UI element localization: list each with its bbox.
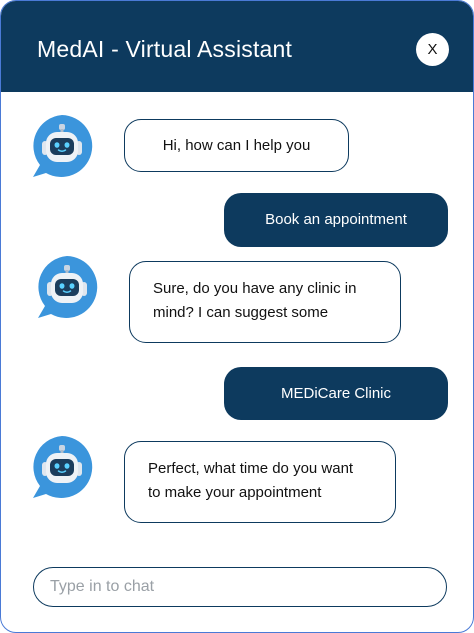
bot-message: Sure, do you have any clinic in mind? I … <box>129 261 401 343</box>
message-text: Book an appointment <box>265 211 407 228</box>
message-line: Sure, do you have any clinic in <box>153 280 357 297</box>
bot-avatar-icon <box>33 254 101 320</box>
message-text: MEDiCare Clinic <box>280 384 392 402</box>
message-line: to make your appointment <box>148 484 322 501</box>
chat-title: MedAI - Virtual Assistant <box>37 36 293 62</box>
chat-widget: MedAI - Virtual Assistant X Hi, how can … <box>0 0 474 633</box>
user-message: MEDiCare Clinic <box>224 367 448 420</box>
chat-input[interactable] <box>33 567 447 607</box>
message-line: Perfect, what time do you want <box>148 460 354 477</box>
chat-header: MedAI - Virtual Assistant X <box>1 1 473 92</box>
message-line: mind? I can suggest some <box>153 304 329 321</box>
bot-avatar-icon <box>28 434 96 500</box>
user-message: Book an appointment <box>224 193 448 247</box>
bot-message: Perfect, what time do you want to make y… <box>124 441 396 523</box>
message-text: Hi, how can I help you <box>162 136 311 154</box>
close-button[interactable]: X <box>416 33 449 66</box>
bot-message: Hi, how can I help you <box>124 119 349 172</box>
bot-avatar-icon <box>28 113 96 179</box>
